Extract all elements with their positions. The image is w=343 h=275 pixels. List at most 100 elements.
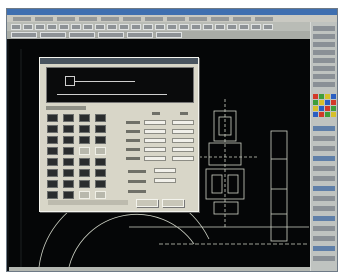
menu-item[interactable] <box>123 16 141 21</box>
style-button[interactable] <box>47 147 58 155</box>
value-field[interactable] <box>144 147 166 152</box>
style-button[interactable] <box>79 125 90 133</box>
style-button[interactable] <box>95 158 106 166</box>
toolbar-dropdown[interactable] <box>127 32 153 38</box>
menu-item[interactable] <box>13 16 31 21</box>
menu-item[interactable] <box>57 16 75 21</box>
palette-item[interactable] <box>313 156 335 161</box>
toolbar-dropdown[interactable] <box>98 32 124 38</box>
style-button[interactable] <box>47 158 58 166</box>
palette-item[interactable] <box>313 66 335 71</box>
color-swatch[interactable] <box>325 112 330 117</box>
style-button[interactable] <box>63 180 74 188</box>
value-field[interactable] <box>172 156 194 161</box>
style-button[interactable] <box>63 169 74 177</box>
toolbar-button[interactable] <box>167 23 177 30</box>
toolbar-button[interactable] <box>11 23 21 30</box>
palette-item[interactable] <box>313 42 335 47</box>
option-field[interactable] <box>154 178 176 183</box>
toolbar-button[interactable] <box>239 23 249 30</box>
palette-item[interactable] <box>313 216 335 221</box>
color-swatch[interactable] <box>331 112 336 117</box>
style-button[interactable] <box>79 136 90 144</box>
color-swatch[interactable] <box>331 106 336 111</box>
color-swatch[interactable] <box>313 112 318 117</box>
command-line[interactable] <box>9 267 312 271</box>
toolbar-button[interactable] <box>203 23 213 30</box>
style-button[interactable] <box>79 191 90 199</box>
toolbar-button[interactable] <box>59 23 69 30</box>
style-button[interactable] <box>95 136 106 144</box>
style-button[interactable] <box>79 147 90 155</box>
color-swatch[interactable] <box>325 94 330 99</box>
toolbar-button[interactable] <box>119 23 129 30</box>
toolbar-button[interactable] <box>107 23 117 30</box>
style-button[interactable] <box>63 125 74 133</box>
menu-item[interactable] <box>145 16 163 21</box>
palette-item[interactable] <box>313 126 335 131</box>
menu-item[interactable] <box>101 16 119 21</box>
style-button[interactable] <box>63 191 74 199</box>
style-button[interactable] <box>79 169 90 177</box>
toolbar-button[interactable] <box>83 23 93 30</box>
toolbar-button[interactable] <box>35 23 45 30</box>
menu-item[interactable] <box>35 16 53 21</box>
value-field[interactable] <box>172 120 194 125</box>
style-button[interactable] <box>79 158 90 166</box>
toolbar-button[interactable] <box>215 23 225 30</box>
toolbar-button[interactable] <box>95 23 105 30</box>
toolbar-dropdown[interactable] <box>156 32 182 38</box>
menu-item[interactable] <box>189 16 207 21</box>
toolbar-button[interactable] <box>191 23 201 30</box>
style-button[interactable] <box>47 180 58 188</box>
ok-button[interactable] <box>136 199 158 207</box>
style-button[interactable] <box>79 114 90 122</box>
value-field[interactable] <box>172 129 194 134</box>
color-swatch[interactable] <box>331 100 336 105</box>
palette-item[interactable] <box>313 34 335 39</box>
toolbar-button[interactable] <box>179 23 189 30</box>
palette-item[interactable] <box>313 186 335 191</box>
palette-item[interactable] <box>313 74 335 79</box>
color-swatch[interactable] <box>331 94 336 99</box>
style-button[interactable] <box>47 136 58 144</box>
menu-item[interactable] <box>79 16 97 21</box>
color-swatch[interactable] <box>313 106 318 111</box>
cancel-button[interactable] <box>162 199 184 207</box>
menu-item[interactable] <box>167 16 185 21</box>
color-swatch[interactable] <box>319 106 324 111</box>
style-button[interactable] <box>63 114 74 122</box>
color-swatch[interactable] <box>325 106 330 111</box>
style-button[interactable] <box>63 147 74 155</box>
palette-item[interactable] <box>313 176 335 181</box>
style-button[interactable] <box>63 158 74 166</box>
palette-item[interactable] <box>313 58 335 63</box>
palette-item[interactable] <box>313 26 335 31</box>
option-field[interactable] <box>154 168 176 173</box>
value-field[interactable] <box>172 147 194 152</box>
toolbar-button[interactable] <box>71 23 81 30</box>
value-field[interactable] <box>144 138 166 143</box>
style-button[interactable] <box>95 180 106 188</box>
toolbar-button[interactable] <box>227 23 237 30</box>
toolbar-dropdown[interactable] <box>40 32 66 38</box>
color-swatch[interactable] <box>313 100 318 105</box>
palette-item[interactable] <box>313 136 335 141</box>
palette-item[interactable] <box>313 146 335 151</box>
color-swatch[interactable] <box>313 94 318 99</box>
toolbar-dropdown[interactable] <box>69 32 95 38</box>
palette-item[interactable] <box>313 226 335 231</box>
style-button[interactable] <box>47 169 58 177</box>
palette-item[interactable] <box>313 196 335 201</box>
dialog-title-bar[interactable] <box>40 58 198 64</box>
value-field[interactable] <box>144 120 166 125</box>
value-field[interactable] <box>144 156 166 161</box>
color-swatch[interactable] <box>319 112 324 117</box>
style-button[interactable] <box>47 191 58 199</box>
style-button[interactable] <box>95 125 106 133</box>
value-field[interactable] <box>144 129 166 134</box>
toolbar-dropdown[interactable] <box>11 32 37 38</box>
palette-item[interactable] <box>313 82 335 87</box>
palette-item[interactable] <box>313 166 335 171</box>
style-button[interactable] <box>63 136 74 144</box>
